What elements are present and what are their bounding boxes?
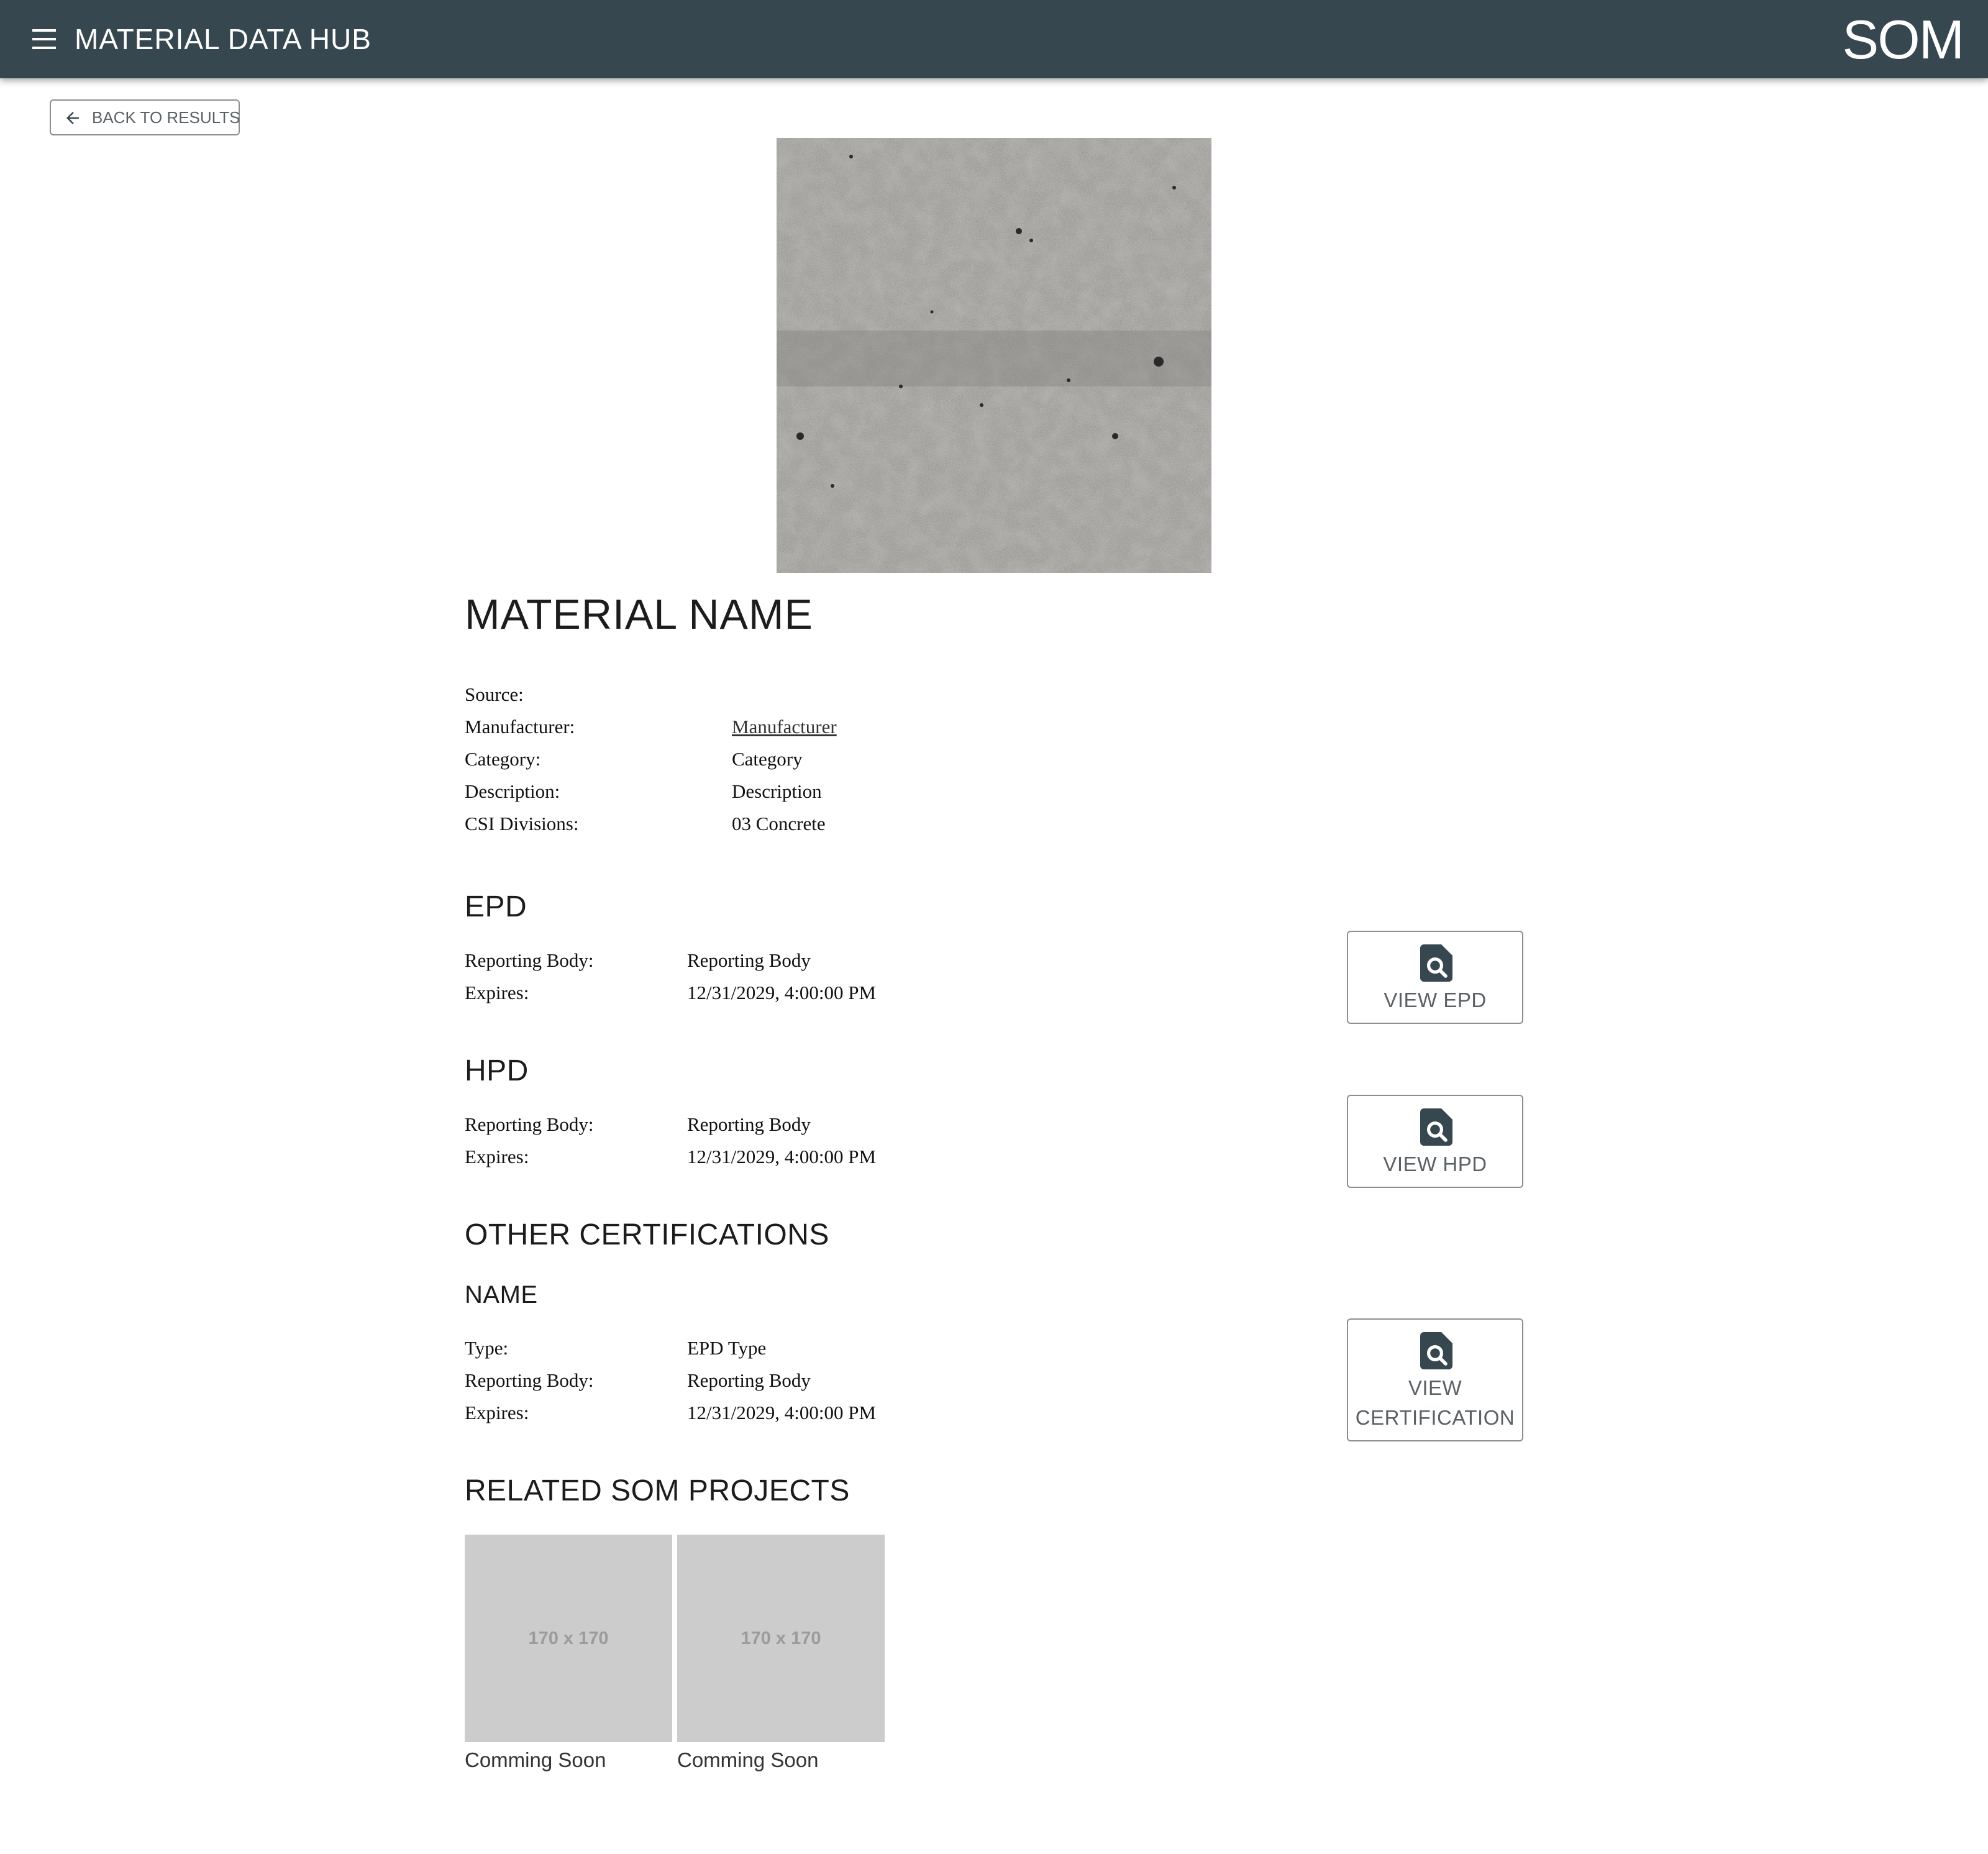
hpd-label-reporting-body: Reporting Body: [465, 1113, 594, 1135]
epd-value-expires: 12/31/2029, 4:00:00 PM [687, 982, 877, 1003]
project-caption: Comming Soon [465, 1748, 606, 1771]
view-hpd-label: VIEW HPD [1383, 1153, 1487, 1176]
cert-value-reporting-body: Reporting Body [687, 1369, 811, 1391]
material-title: MATERIAL NAME [465, 591, 813, 638]
concrete-texture-image [777, 138, 1211, 573]
detail-label-description: Description: [465, 780, 560, 802]
detail-label-csi-divisions: CSI Divisions: [465, 813, 579, 834]
hpd-label-expires: Expires: [465, 1146, 529, 1167]
related-projects-heading: RELATED SOM PROJECTS [465, 1474, 850, 1507]
hamburger-menu-icon[interactable] [32, 29, 57, 50]
hpd-value-reporting-body: Reporting Body [687, 1113, 811, 1135]
hpd-heading: HPD [465, 1054, 529, 1087]
hpd-value-expires: 12/31/2029, 4:00:00 PM [687, 1146, 877, 1167]
epd-label-reporting-body: Reporting Body: [465, 949, 594, 971]
project-caption: Comming Soon [677, 1748, 819, 1771]
document-search-icon [1420, 944, 1452, 982]
project-tile[interactable]: 170 x 170 [677, 1535, 885, 1742]
cert-value-expires: 12/31/2029, 4:00:00 PM [687, 1402, 877, 1423]
view-epd-button[interactable]: VIEW EPD [1347, 931, 1523, 1024]
certification-name: NAME [465, 1281, 538, 1308]
back-to-results-label: BACK TO RESULTS [92, 108, 240, 127]
view-certification-label-line1: VIEW [1408, 1376, 1462, 1399]
detail-label-category: Category: [465, 748, 541, 770]
detail-value-description: Description [732, 780, 822, 802]
detail-value-csi-divisions: 03 Concrete [732, 813, 826, 834]
detail-value-category: Category [732, 748, 803, 770]
epd-value-reporting-body: Reporting Body [687, 949, 811, 971]
view-epd-label: VIEW EPD [1384, 989, 1487, 1011]
epd-label-expires: Expires: [465, 982, 529, 1003]
document-search-icon [1420, 1332, 1452, 1369]
view-certification-label-line2: CERTIFICATION [1355, 1406, 1515, 1429]
cert-value-type: EPD Type [687, 1337, 767, 1359]
project-placeholder-text: 170 x 170 [741, 1628, 821, 1648]
cert-label-reporting-body: Reporting Body: [465, 1369, 594, 1391]
document-search-icon [1420, 1108, 1452, 1146]
detail-label-source: Source: [465, 683, 524, 705]
app-bar: MATERIAL DATA HUB SOM [0, 0, 1988, 78]
project-placeholder-text: 170 x 170 [528, 1628, 609, 1648]
app-title: MATERIAL DATA HUB [75, 23, 372, 55]
view-hpd-button[interactable]: VIEW HPD [1347, 1095, 1523, 1188]
cert-label-expires: Expires: [465, 1402, 529, 1423]
cert-label-type: Type: [465, 1337, 509, 1359]
view-certification-label: VIEW CERTIFICATION [1348, 1373, 1522, 1433]
material-image [777, 138, 1211, 573]
detail-label-manufacturer: Manufacturer: [465, 716, 575, 737]
brand-logo: SOM [1842, 9, 1964, 70]
project-tile[interactable]: 170 x 170 [465, 1535, 672, 1742]
arrow-left-icon [66, 112, 79, 124]
other-certifications-heading: OTHER CERTIFICATIONS [465, 1218, 829, 1251]
view-certification-button[interactable]: VIEW CERTIFICATION [1347, 1318, 1523, 1441]
back-to-results-button[interactable]: BACK TO RESULTS [50, 99, 240, 135]
epd-heading: EPD [465, 890, 527, 923]
manufacturer-link[interactable]: Manufacturer [732, 716, 837, 737]
